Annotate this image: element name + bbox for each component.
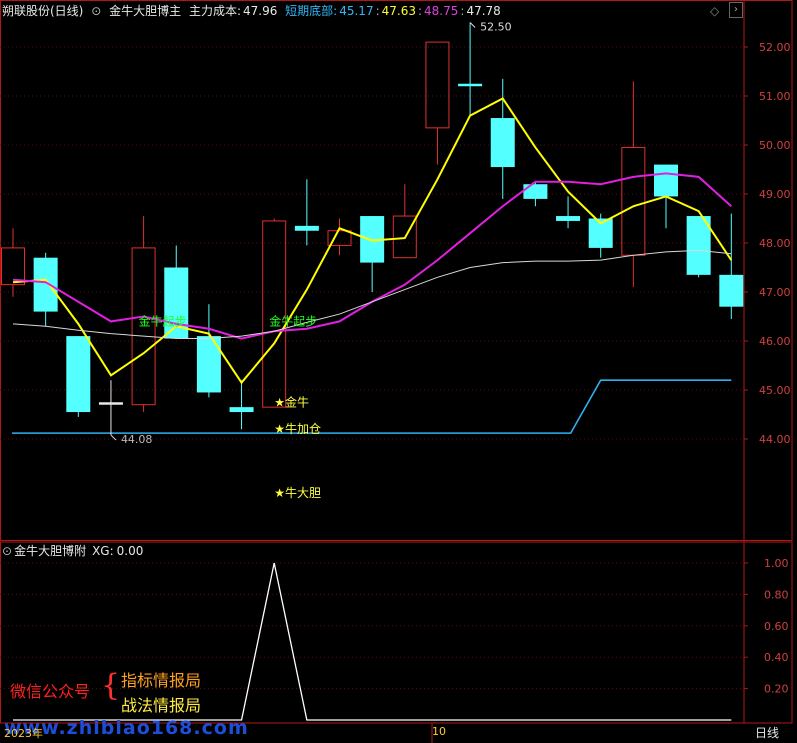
price-marker	[110, 434, 117, 441]
y-tick-label: 51.00	[759, 90, 791, 103]
candle-body	[1, 247, 25, 286]
bottom-value: 45.17	[339, 4, 374, 18]
cost-line	[12, 379, 732, 434]
candle-body	[654, 164, 678, 197]
xg-label: XG:	[92, 544, 114, 558]
price-marker	[469, 22, 476, 28]
signal-label: ★金牛	[274, 394, 309, 409]
candle-body	[458, 83, 483, 87]
indicator-name: 金牛大胆博主	[109, 4, 182, 18]
diamond-icon[interactable]: ◇	[710, 4, 719, 18]
candle-body	[523, 184, 548, 199]
cost-value: 47.96	[242, 4, 278, 18]
period-label[interactable]: 日线	[755, 724, 779, 741]
month-label: 10	[432, 725, 446, 738]
signal-label: 金牛起步	[139, 313, 187, 328]
watermark-wechat: 微信公众号	[10, 682, 91, 701]
cost-label: 主力成本:	[188, 4, 241, 18]
chevron-down-icon[interactable]: ⊙	[91, 4, 101, 18]
xg-value: 0.00	[116, 544, 144, 558]
white-ma-value: 47.78	[466, 4, 501, 18]
chevron-right-icon[interactable]: ›	[729, 2, 743, 18]
sub-indicator-name: 金牛大胆博附	[14, 544, 87, 558]
candle-body	[294, 225, 319, 231]
main-frame	[0, 0, 793, 541]
yellow-ma-line	[12, 97, 733, 385]
magenta-ma-value: 48.75	[424, 4, 459, 18]
candle-body	[33, 257, 58, 312]
y-tick-label: 50.00	[759, 139, 791, 152]
watermark-line1: 指标情报局	[121, 671, 202, 690]
watermark-brace: {	[101, 668, 121, 703]
y-tick-label: 49.00	[759, 188, 791, 201]
y-tick-label: 44.00	[759, 433, 791, 446]
candle-body	[229, 407, 254, 413]
candle-body	[425, 41, 450, 129]
candle-body	[556, 216, 581, 221]
y-tick-label: 45.00	[759, 384, 791, 397]
candle-body	[621, 146, 646, 256]
y-tick-label: 47.00	[759, 286, 791, 299]
y-tick-label: 46.00	[759, 335, 791, 348]
candle-body	[66, 336, 91, 413]
y-tick-label: 0.40	[764, 651, 789, 664]
chart-canvas: 52.00 51.00 50.00 49.00 48.00 47.00 46.00 45.00…	[0, 0, 793, 743]
bottom-label: 短期底部:	[285, 4, 338, 18]
watermark-line2: 战法情报局	[121, 696, 202, 715]
price-annotation: 52.50	[480, 21, 512, 34]
y-tick-label: 52.00	[759, 41, 791, 54]
yellow-ma-value: 47.63	[381, 4, 416, 18]
y-tick-label: 0.20	[764, 683, 789, 696]
signal-label: 金牛起步	[269, 313, 317, 328]
signal-label: ★牛大胆	[274, 485, 321, 500]
candle-body	[98, 402, 123, 405]
signal-label: ★牛加仓	[274, 421, 321, 436]
year-label: 2023年	[4, 727, 43, 740]
candle-body	[490, 118, 515, 168]
y-tick-label: 1.00	[764, 557, 789, 570]
y-tick-label: 0.60	[764, 620, 789, 633]
stock-name: 朔联股份(日线)	[2, 4, 84, 18]
y-tick-label: 0.80	[764, 588, 789, 601]
price-annotation: 44.08	[121, 433, 153, 446]
sub-chart-header: ⊙ 金牛大胆博附 XG: 0.00	[2, 543, 147, 559]
candle-body	[719, 274, 744, 307]
main-chart-header: 朔联股份(日线) ⊙ 金牛大胆博主 主力成本: 47.96 短期底部: 45.17:…	[2, 4, 501, 18]
y-tick-label: 48.00	[759, 237, 791, 250]
chevron-down-icon[interactable]: ⊙	[2, 544, 12, 558]
